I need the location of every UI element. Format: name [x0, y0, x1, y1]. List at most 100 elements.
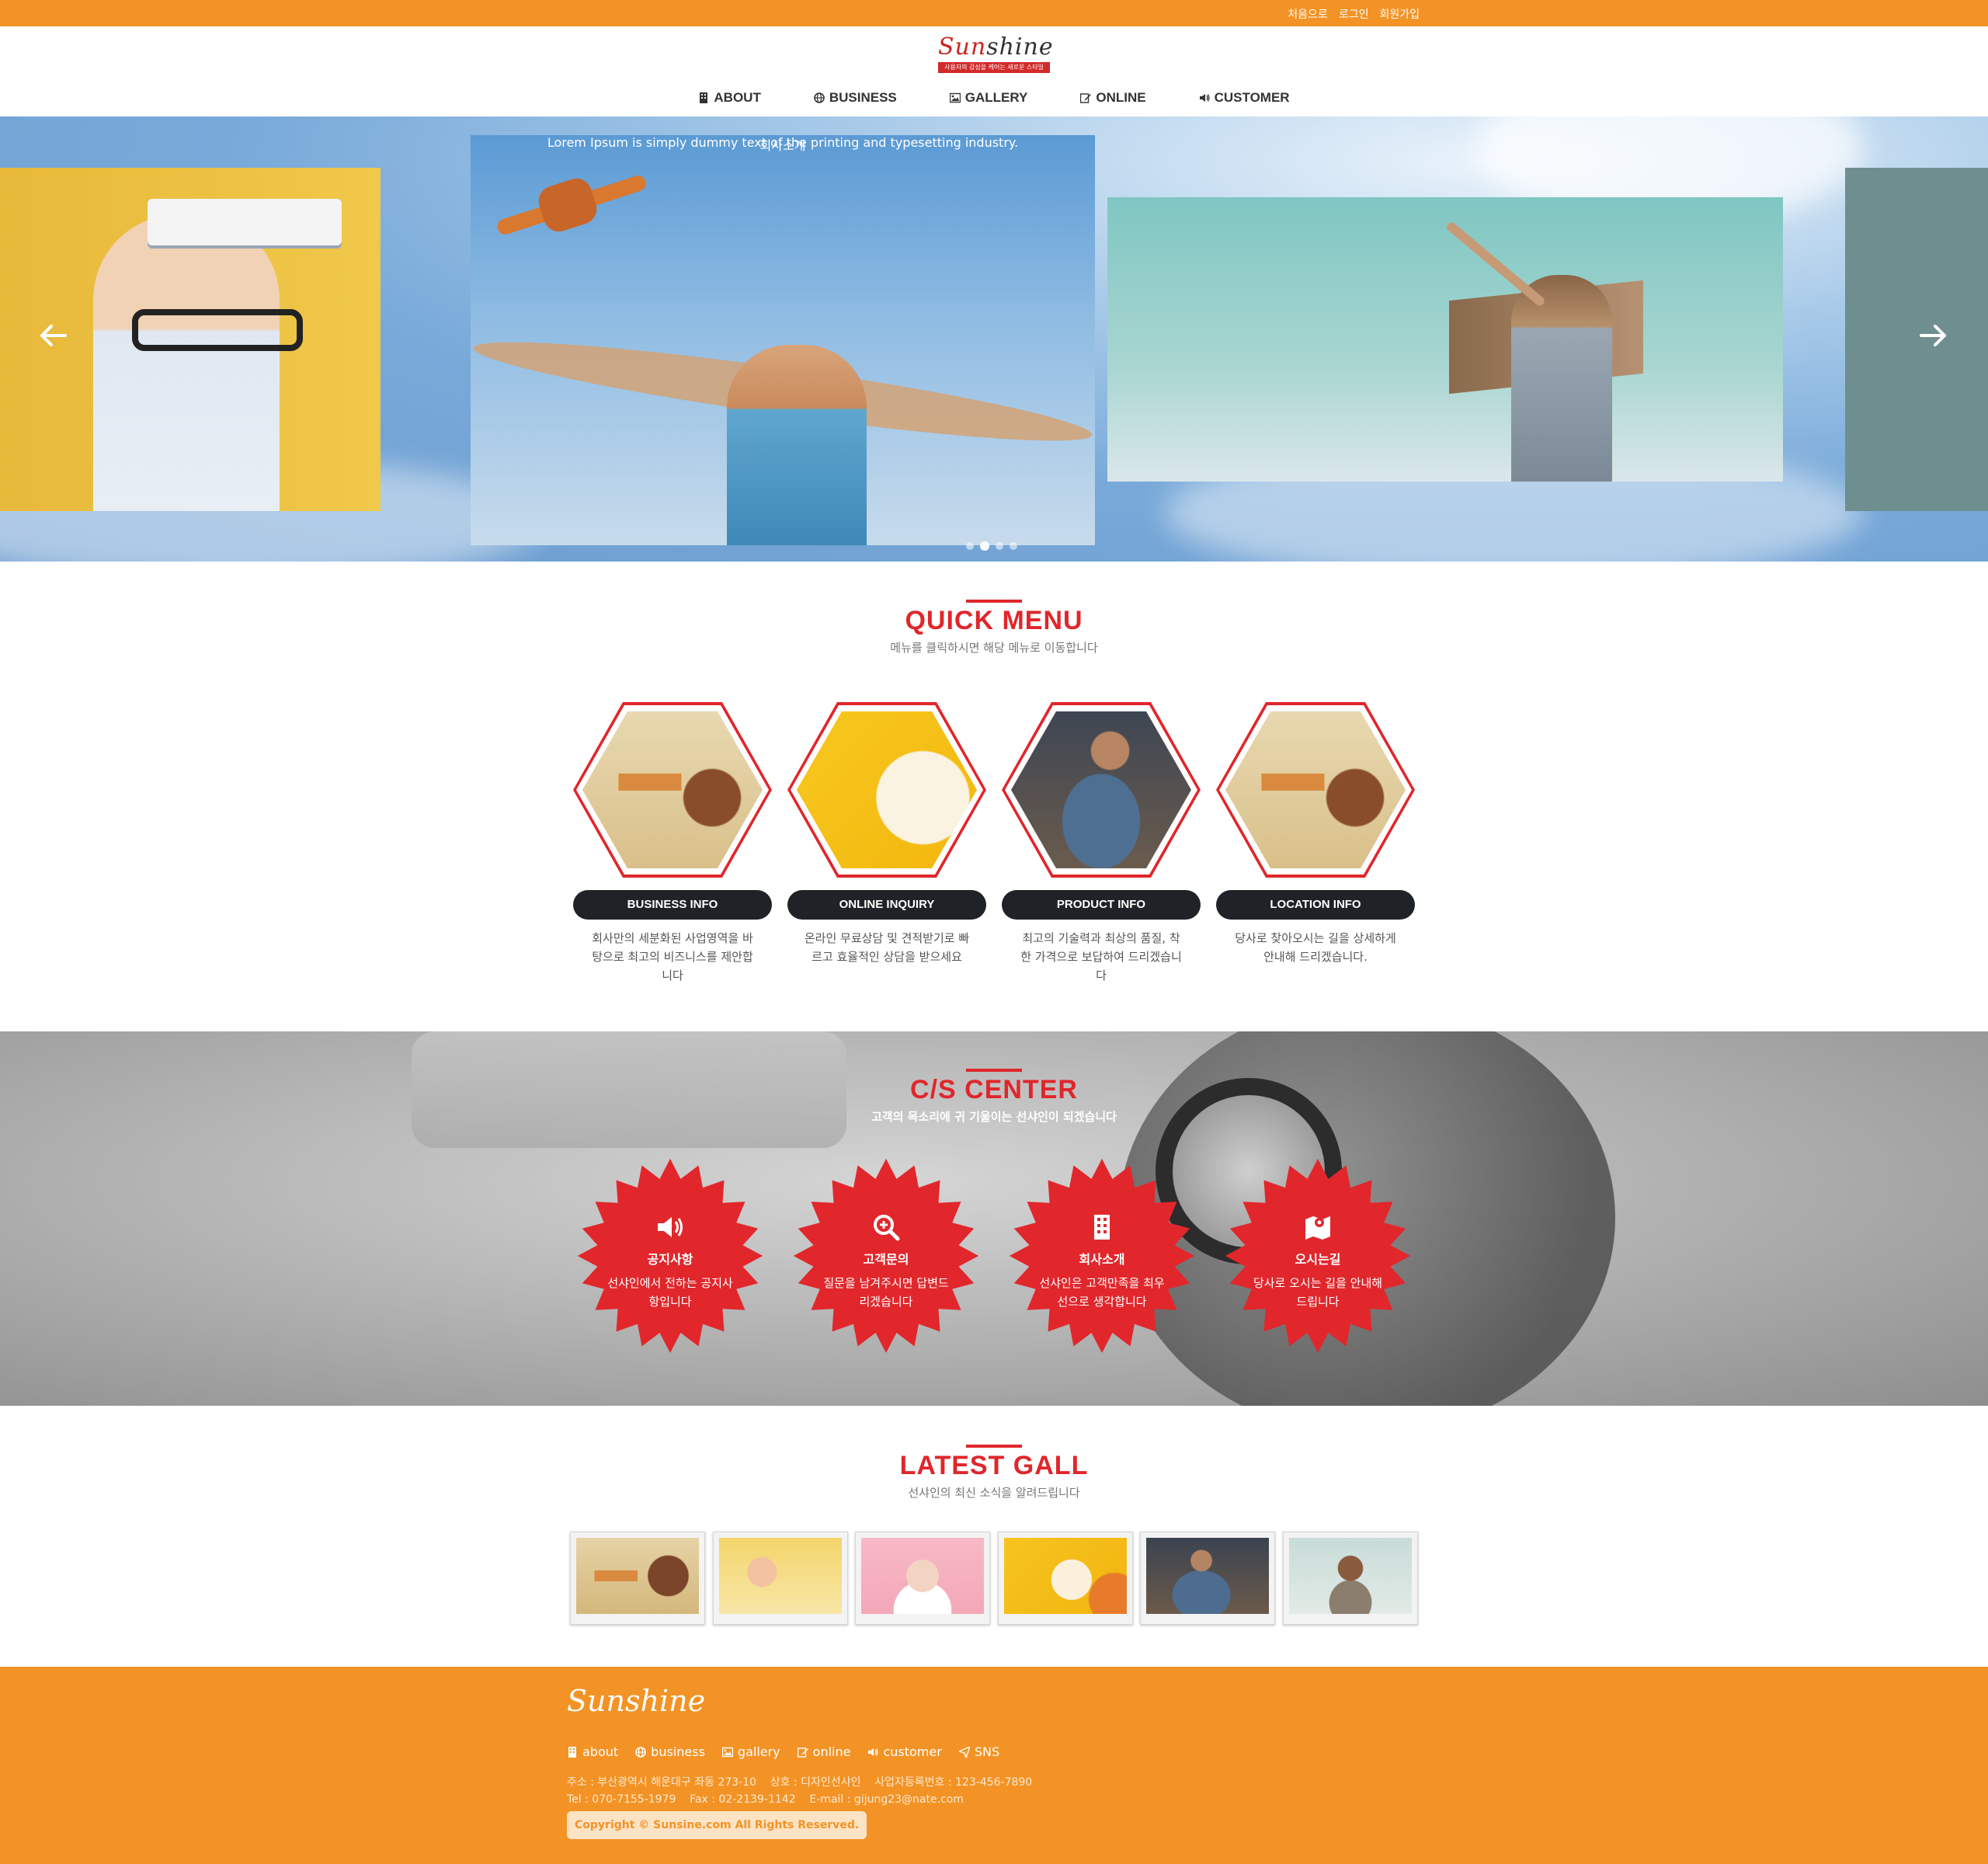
quick-menu-title: QUICK MENU — [905, 606, 1083, 635]
site-logo[interactable]: Sunshine 사용자의 감성을 케어는 새로운 스타일 — [938, 33, 1054, 76]
gallery-thumb[interactable] — [1282, 1532, 1418, 1625]
cs-item-title: 공지사항 — [647, 1252, 693, 1267]
slide-caption-text: Lorem Ipsum is simply dummy text of the … — [547, 135, 1019, 150]
gallery-thumb[interactable] — [712, 1532, 848, 1625]
building-icon — [568, 1746, 576, 1758]
latest-gall-list — [570, 1532, 1418, 1625]
image-icon — [949, 92, 961, 103]
cs-item-desc: 선샤인은 고객만족을 최우선으로 생각합니다 — [1039, 1276, 1165, 1309]
quick-card-desc: 회사만의 세분화된 사업영역을 바탕으로 최고의 비즈니스를 제안합니다 — [592, 931, 753, 982]
child-figure — [93, 214, 280, 511]
logo-text-b: shine — [986, 33, 1054, 61]
nav-about[interactable]: ABOUT — [698, 90, 761, 106]
slide-next[interactable] — [1107, 197, 1783, 482]
globe-icon — [635, 1746, 646, 1758]
arrow-right-icon — [1920, 325, 1946, 346]
nav-customer[interactable]: CUSTOMER — [1199, 90, 1290, 106]
footer-nav-about[interactable]: about — [567, 1744, 618, 1759]
site-header: Sunshine 사용자의 감성을 케어는 새로운 스타일 ABOUT BUSI… — [0, 26, 1988, 116]
slide-active[interactable]: 회사소개 Lorem Ipsum is simply dummy text of… — [471, 135, 1095, 545]
map-icon — [1305, 1216, 1330, 1240]
location-info-button[interactable]: LOCATION INFO — [1216, 890, 1415, 920]
footer-nav-sns[interactable]: SNS — [958, 1744, 999, 1759]
gallery-thumb[interactable] — [997, 1532, 1133, 1625]
nav-gallery[interactable]: GALLERY — [949, 90, 1028, 106]
quick-hex-image[interactable] — [1002, 702, 1201, 878]
quick-hex-image[interactable] — [573, 702, 772, 878]
quick-menu-heading: QUICK MENU 메뉴를 클릭하시면 해당 메뉴로 이동합니다 — [0, 600, 1988, 656]
glasses — [132, 309, 303, 351]
quick-card-product: PRODUCT INFO 최고의 기술력과 최상의 품질, 착한 가격으로 보답… — [1002, 702, 1201, 985]
edit-icon — [797, 1747, 808, 1758]
slider-dot[interactable] — [980, 541, 989, 551]
nav-business-label: BUSINESS — [829, 90, 897, 105]
latest-gall-title: LATEST GALL — [899, 1451, 1089, 1480]
speaker-icon — [1199, 94, 1210, 102]
login-link[interactable]: 로그인 — [1339, 6, 1369, 22]
cs-item-desc: 선샤인에서 전하는 공지사항입니다 — [607, 1276, 733, 1309]
product-info-button[interactable]: PRODUCT INFO — [1002, 890, 1201, 920]
cs-center-title: C/S CENTER — [910, 1075, 1078, 1104]
quick-hex-image[interactable] — [787, 702, 986, 878]
footer-nav-online[interactable]: online — [797, 1744, 851, 1759]
heading-bar — [966, 600, 1022, 603]
quick-card-desc: 당사로 찾아오시는 길을 상세하게 안내해 드리겠습니다. — [1235, 931, 1396, 964]
footer-nav-gallery[interactable]: gallery — [721, 1744, 780, 1759]
nav-online[interactable]: ONLINE — [1080, 90, 1146, 106]
gallery-thumb[interactable] — [1140, 1532, 1276, 1625]
copyright-badge: Copyright © Sunsine.com All Rights Reser… — [567, 1811, 867, 1839]
send-icon — [958, 1746, 970, 1758]
prev-arrow[interactable] — [37, 320, 68, 351]
cs-notice-badge[interactable]: 공지사항 선샤인에서 전하는 공지사항입니다 — [573, 1159, 767, 1353]
cs-inquiry-badge[interactable]: 고객문의 질문을 남겨주시면 답변드리겠습니다 — [789, 1159, 983, 1353]
latest-gall-subtitle: 선샤인의 최신 소식을 알려드립니다 — [908, 1486, 1080, 1500]
slider-dot[interactable] — [1010, 542, 1017, 550]
latest-gall-heading: LATEST GALL 선샤인의 최신 소식을 알려드립니다 — [0, 1445, 1988, 1501]
arrow-left-icon — [40, 325, 67, 346]
gallery-thumb[interactable] — [570, 1532, 705, 1625]
top-links: 처음으로 로그인 회원가입 — [1288, 6, 1420, 22]
child-figure — [727, 345, 867, 545]
footer-address-line: 주소 : 부산광역시 해운대구 좌동 273-10 상호 : 디자인선샤인 사업… — [567, 1776, 1033, 1789]
nav-business[interactable]: BUSINESS — [814, 90, 897, 106]
footer-nav-label: customer — [883, 1744, 942, 1759]
next-arrow[interactable] — [1918, 320, 1949, 351]
online-inquiry-button[interactable]: ONLINE INQUIRY — [787, 890, 986, 920]
footer-nav-customer[interactable]: customer — [867, 1744, 942, 1759]
site-footer: Sunshine about business gallery online c… — [0, 1667, 1988, 1864]
slide-far — [1845, 168, 1988, 511]
quick-card-desc: 온라인 무료상담 및 견적받기로 빠르고 효율적인 상담을 받으세요 — [804, 931, 970, 964]
footer-nav: about business gallery online customer S… — [567, 1744, 999, 1759]
nav-customer-label: CUSTOMER — [1214, 90, 1290, 105]
quick-card-business: BUSINESS INFO 회사만의 세분화된 사업영역을 바탕으로 최고의 비… — [573, 702, 772, 985]
footer-address: 주소 : 부산광역시 해운대구 좌동 273-10 상호 : 디자인선샤인 사업… — [567, 1774, 1032, 1808]
footer-logo[interactable]: Sunshine — [567, 1684, 705, 1718]
cs-about-badge[interactable]: 회사소개 선샤인은 고객만족을 최우선으로 생각합니다 — [1005, 1159, 1199, 1353]
nav-gallery-label: GALLERY — [964, 90, 1028, 105]
footer-nav-label: online — [812, 1744, 851, 1759]
cs-location-badge[interactable]: 오시는길 당사로 오시는 길을 안내해 드립니다 — [1221, 1159, 1415, 1353]
slider-dot[interactable] — [966, 542, 974, 550]
home-link[interactable]: 처음으로 — [1288, 6, 1328, 22]
cs-item-title: 회사소개 — [1079, 1252, 1125, 1267]
edit-icon — [1080, 93, 1092, 103]
quick-menu-subtitle: 메뉴를 클릭하시면 해당 메뉴로 이동합니다 — [890, 641, 1098, 655]
books — [148, 199, 342, 245]
nav-online-label: ONLINE — [1096, 90, 1146, 105]
speaker-icon — [658, 1217, 683, 1237]
building-icon — [1094, 1215, 1110, 1240]
quick-card-location: LOCATION INFO 당사로 찾아오시는 길을 상세하게 안내해 드리겠습… — [1216, 702, 1415, 985]
gallery-thumb[interactable] — [855, 1532, 991, 1625]
slider-dot[interactable] — [996, 542, 1003, 550]
business-info-button[interactable]: BUSINESS INFO — [573, 890, 772, 920]
signup-link[interactable]: 회원가입 — [1379, 6, 1420, 22]
top-bar: 처음으로 로그인 회원가입 — [0, 0, 1988, 26]
quick-hex-image[interactable] — [1216, 702, 1415, 878]
cs-center-heading: C/S CENTER 고객의 목소리에 귀 기울이는 선샤인이 되겠습니다 — [0, 1069, 1988, 1125]
footer-nav-business[interactable]: business — [635, 1744, 705, 1759]
footer-nav-label: gallery — [737, 1744, 780, 1759]
hero-slider: 회사소개 Lorem Ipsum is simply dummy text of… — [0, 116, 1988, 562]
logo-text-a: Sun — [938, 33, 987, 61]
cs-item-title: 오시는길 — [1295, 1252, 1341, 1267]
cs-item-desc: 당사로 오시는 길을 안내해 드립니다 — [1253, 1276, 1383, 1309]
